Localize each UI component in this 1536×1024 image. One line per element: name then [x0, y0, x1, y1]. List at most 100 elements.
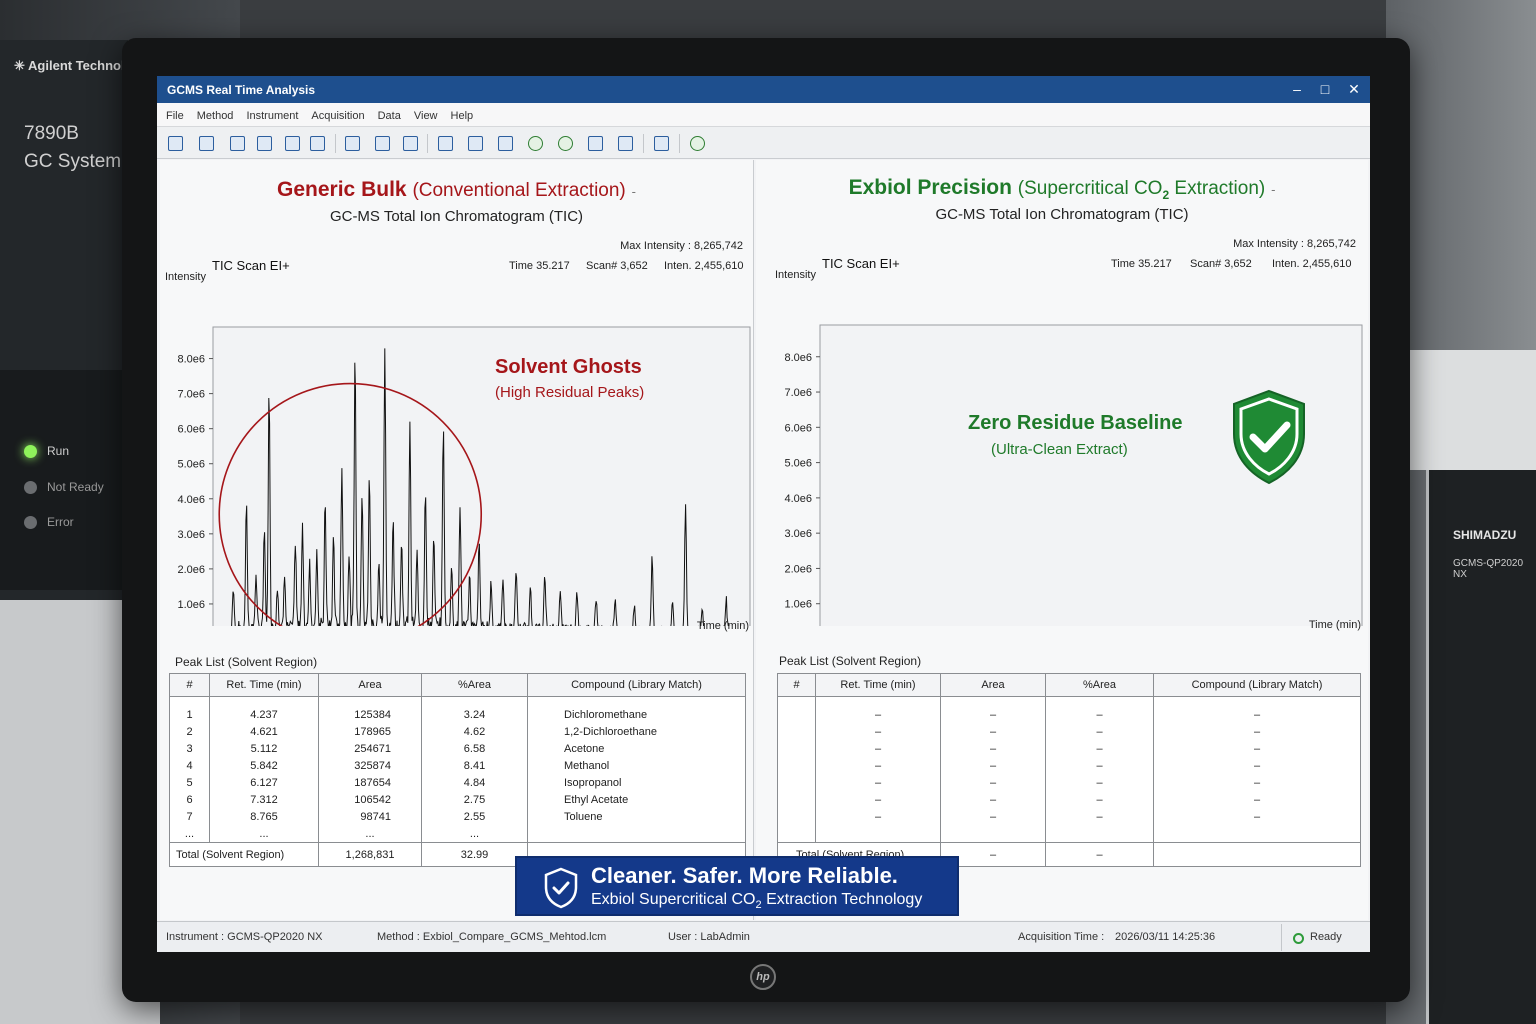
table-row[interactable]: 4 5.842 325874 8.41 Methanol	[169, 757, 746, 775]
hp-logo: hp	[750, 964, 776, 990]
report-icon[interactable]	[498, 136, 513, 151]
y-tick-label: 1.0e6	[784, 599, 812, 611]
column-header[interactable]: %Area	[421, 673, 528, 697]
tic-label: TIC Scan EI+	[822, 256, 900, 271]
toolbar-separator	[679, 134, 680, 153]
table-row[interactable]: – – – –	[777, 706, 1361, 724]
table-row[interactable]: ............	[169, 825, 746, 843]
menu-view[interactable]: View	[414, 103, 444, 126]
status-instrument: Instrument : GCMS-QP2020 NX	[166, 931, 323, 943]
y-tick-label: 5.0e6	[784, 458, 812, 470]
table-row[interactable]: – – – –	[777, 774, 1361, 792]
table-row[interactable]: 6 7.312 106542 2.75 Ethyl Acetate	[169, 791, 746, 809]
column-header[interactable]: Compound (Library Match)	[527, 673, 746, 697]
column-header[interactable]: #	[777, 673, 816, 697]
annotation-subtitle: (Ultra-Clean Extract)	[991, 441, 1128, 458]
column-header[interactable]: Ret. Time (min)	[815, 673, 941, 697]
table-row[interactable]: 5 6.127 187654 4.84 Isopropanol	[169, 774, 746, 792]
status-error: Error	[24, 515, 74, 529]
column-header[interactable]: Area	[318, 673, 422, 697]
sync-icon[interactable]	[690, 136, 705, 151]
shield-check-outline-icon	[544, 867, 578, 909]
x-axis-name: Time (min)	[1308, 619, 1361, 631]
table-row[interactable]: – – – –	[777, 791, 1361, 809]
y-tick-label: 4.0e6	[177, 494, 205, 506]
menu-data[interactable]: Data	[378, 103, 407, 126]
promo-banner: Cleaner. Safer. More Reliable. Exbiol Su…	[515, 856, 959, 916]
status-ready: Ready	[1310, 931, 1342, 943]
banner-tagline: Exbiol Supercritical CO2 Extraction Tech…	[591, 891, 923, 912]
table-row[interactable]: 2 4.621 178965 4.62 1,2-Dichloroethane	[169, 723, 746, 741]
status-method: Method : Exbiol_Compare_GCMS_Mehtod.lcm	[377, 931, 607, 943]
status-bar: Instrument : GCMS-QP2020 NX Method : Exb…	[157, 921, 1370, 952]
print-icon[interactable]	[257, 136, 272, 151]
ready-status-icon	[1293, 933, 1304, 944]
column-header[interactable]: Ret. Time (min)	[209, 673, 319, 697]
table-row[interactable]: – – – –	[777, 740, 1361, 758]
plot-area	[212, 326, 751, 640]
not-ready-led-icon	[24, 480, 37, 494]
generic-subtitle: GC-MS Total Ion Chromatogram (TIC)	[329, 208, 584, 225]
y-tick-label: 6.0e6	[784, 422, 812, 434]
print-preview-icon[interactable]	[230, 136, 245, 151]
y-tick-label: 2.0e6	[784, 563, 812, 575]
settings-doc-icon[interactable]	[588, 136, 603, 151]
globe-icon[interactable]	[558, 136, 573, 151]
max-intensity: Max Intensity : 8,265,742	[620, 240, 743, 252]
y-tick-label: 1.0e6	[177, 599, 205, 611]
time-readout: Time 35.217	[1111, 258, 1172, 270]
menu-method[interactable]: Method	[197, 103, 240, 126]
toolbar-separator	[643, 134, 644, 153]
y-tick-label: 4.0e6	[784, 493, 812, 505]
column-header[interactable]: #	[169, 673, 210, 697]
open-file-icon[interactable]	[168, 136, 183, 151]
table-row[interactable]: – – – –	[777, 757, 1361, 775]
table-header-row: # Ret. Time (min) Area %Area Compound (L…	[169, 673, 746, 697]
scan-readout: Scan# 3,652	[586, 260, 648, 272]
layout-icon[interactable]	[403, 136, 418, 151]
column-header[interactable]: Compound (Library Match)	[1153, 673, 1361, 697]
generic-title: Generic Bulk (Conventional Extraction) -	[277, 178, 636, 201]
y-tick-label: 6.0e6	[177, 424, 205, 436]
x-axis-name: Time (min)	[696, 620, 749, 632]
scan-readout: Scan# 3,652	[1190, 258, 1252, 270]
exbiol-subtitle: GC-MS Total Ion Chromatogram (TIC)	[935, 206, 1189, 223]
shimadzu-model: GCMS-QP2020 NX	[1453, 558, 1524, 580]
toolbar	[157, 127, 1370, 159]
window-title: GCMS Real Time Analysis	[167, 83, 316, 97]
table-row[interactable]	[777, 825, 1361, 843]
tic-chart-generic: 0.0e01.0e62.0e63.0e64.0e65.0e66.0e67.0e6…	[160, 272, 755, 663]
y-tick-label: 7.0e6	[784, 387, 812, 399]
export-icon[interactable]	[618, 136, 633, 151]
table-row[interactable]: 1 4.237 125384 3.24 Dichloromethane	[169, 706, 746, 724]
menu-help[interactable]: Help	[451, 103, 480, 126]
menu-instrument[interactable]: Instrument	[246, 103, 304, 126]
copy-icon[interactable]	[285, 136, 300, 151]
table-row[interactable]: 3 5.112 254671 6.58 Acetone	[169, 740, 746, 758]
table-row[interactable]: – – – –	[777, 723, 1361, 741]
y-tick-label: 3.0e6	[177, 529, 205, 541]
minimize-button[interactable]: –	[1283, 78, 1311, 100]
y-tick-label: 7.0e6	[177, 389, 205, 401]
data-table-icon[interactable]	[438, 136, 453, 151]
table-row[interactable]: 7 8.765 98741 2.55 Toluene	[169, 808, 746, 826]
cut-icon[interactable]	[199, 136, 214, 151]
y-tick-label: 5.0e6	[177, 459, 205, 471]
paste-icon[interactable]	[310, 136, 325, 151]
edit-icon[interactable]	[375, 136, 390, 151]
refresh-icon[interactable]	[528, 136, 543, 151]
column-header[interactable]: Area	[940, 673, 1046, 697]
clipboard-icon[interactable]	[654, 136, 669, 151]
close-button[interactable]: ✕	[1340, 78, 1368, 100]
column-header[interactable]: %Area	[1045, 673, 1154, 697]
toolbar-separator	[427, 134, 428, 153]
method-icon[interactable]	[345, 136, 360, 151]
y-tick-label: 8.0e6	[784, 352, 812, 364]
maximize-button[interactable]: □	[1311, 78, 1339, 100]
menu-file[interactable]: File	[166, 103, 190, 126]
search-data-icon[interactable]	[468, 136, 483, 151]
y-tick-label: 3.0e6	[784, 528, 812, 540]
table-row[interactable]: – – – –	[777, 808, 1361, 826]
menu-acquisition[interactable]: Acquisition	[311, 103, 370, 126]
error-led-icon	[24, 515, 37, 529]
